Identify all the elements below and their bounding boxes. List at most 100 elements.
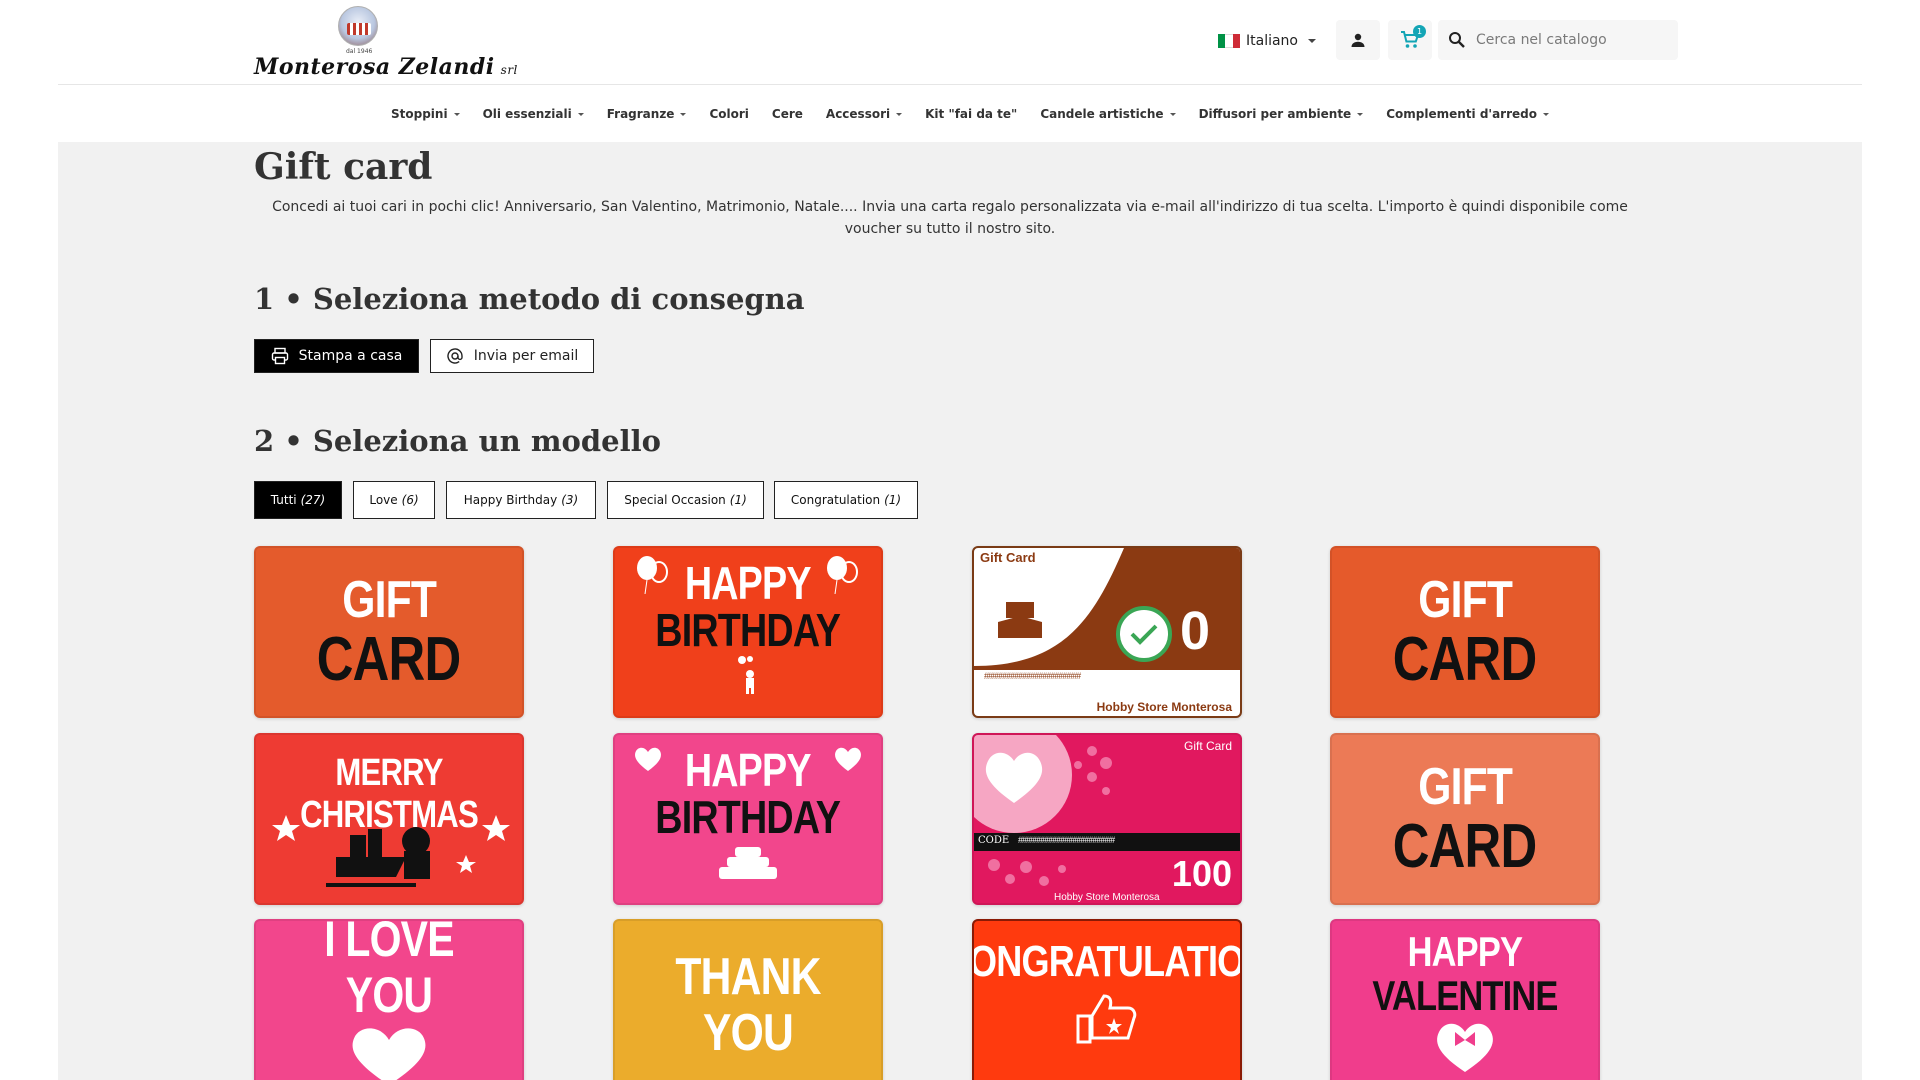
nav-label: Candele artistiche <box>1040 107 1164 121</box>
card-label: Gift Card <box>980 550 1036 565</box>
thumbs-up-icon <box>1076 994 1137 1044</box>
card-line1: CONGRATULATION <box>972 937 1242 986</box>
nav-item-stoppini[interactable]: Stoppini <box>391 107 460 121</box>
gift-card-template[interactable]: HAPPY VALENTINE <box>1330 919 1600 1080</box>
gift-card-template[interactable]: I LOVE YOU <box>254 919 524 1080</box>
nav-label: Diffusori per ambiente <box>1198 107 1352 121</box>
chevron-down-icon <box>453 112 460 116</box>
filter-love[interactable]: Love (6) <box>353 481 435 519</box>
gift-card-template[interactable]: HAPPY BIRTHDAY <box>613 546 883 718</box>
filter-tutti[interactable]: Tutti (27) <box>254 481 342 519</box>
nav-label: Oli essenziali <box>482 107 572 121</box>
main-content: Gift card Concedi ai tuoi cari in pochi … <box>58 142 1862 1080</box>
site-logo[interactable]: dal 1946 Monterosa Zelandi srl <box>254 4 517 82</box>
chevron-down-icon <box>1308 39 1316 43</box>
step2-heading: 2 • Seleziona un modello <box>254 424 661 458</box>
chevron-down-icon <box>1169 112 1176 116</box>
gift-card-template[interactable]: MERRY CHRISTMAS <box>254 733 524 905</box>
child-with-balloons-icon <box>738 656 754 694</box>
filter-label: Special Occasion <box>624 493 726 507</box>
filter-happy-birthday[interactable]: Happy Birthday (3) <box>446 481 596 519</box>
nav-label: Kit "fai da te" <box>925 107 1018 121</box>
filter-count: (3) <box>561 493 579 507</box>
nav-item-oli-essenziali[interactable]: Oli essenziali <box>483 107 584 121</box>
gift-card-template[interactable]: CONGRATULATION <box>972 919 1242 1080</box>
site-header: dal 1946 Monterosa Zelandi srl Italiano 1 <box>58 0 1862 85</box>
filter-count: (27) <box>300 493 326 507</box>
logo-emblem <box>338 6 378 46</box>
heart-icon <box>835 747 861 771</box>
print-at-home-button[interactable]: Stampa a casa <box>254 339 419 373</box>
heart-icon <box>635 747 661 771</box>
send-by-email-label: Invia per email <box>473 348 579 364</box>
card-line1: THANK YOU <box>675 948 821 1062</box>
nav-item-colori[interactable]: Colori <box>709 107 748 121</box>
logo-wordmark: Monterosa Zelandi srl <box>254 54 518 80</box>
user-icon <box>1351 33 1365 47</box>
filter-label: Happy Birthday <box>463 493 558 507</box>
gift-card-template[interactable]: THANK YOU <box>613 919 883 1080</box>
heart-with-bow-icon <box>1437 1023 1493 1072</box>
nav-item-kit-fai-da-te[interactable]: Kit "fai da te" <box>925 107 1017 121</box>
card-line1: GIFT <box>1418 571 1513 629</box>
card-line2: BIRTHDAY <box>655 791 842 843</box>
nav-item-complementi[interactable]: Complementi d'arredo <box>1386 107 1549 121</box>
card-store: Hobby Store Monterosa <box>1096 700 1232 714</box>
card-line1: HAPPY <box>685 557 812 609</box>
filter-count: (1) <box>884 493 902 507</box>
birthday-cake-icon <box>719 847 777 879</box>
gift-card-template[interactable]: GIFT CARD <box>1330 546 1600 718</box>
card-line1: I LOVE YOU <box>324 919 454 1023</box>
account-button[interactable] <box>1336 20 1380 60</box>
nav-item-cere[interactable]: Cere <box>772 107 803 121</box>
nav-item-accessori[interactable]: Accessori <box>825 107 903 121</box>
logo-brand: Monterosa Zelandi <box>254 54 495 80</box>
gift-card-template[interactable]: HAPPY BIRTHDAY <box>613 733 883 905</box>
card-code: ######################## <box>1018 835 1115 845</box>
filter-label: Tutti <box>270 493 297 507</box>
cart-count-badge: 1 <box>1413 25 1426 38</box>
card-amount: 0 <box>1180 601 1211 661</box>
language-selector[interactable]: Italiano <box>1218 30 1316 52</box>
italy-flag-icon <box>1218 34 1240 48</box>
main-nav: Stoppini Oli essenziali Fragranze Colori… <box>58 86 1862 142</box>
nav-item-diffusori[interactable]: Diffusori per ambiente <box>1199 107 1364 121</box>
card-line1: HAPPY <box>685 744 812 796</box>
nav-item-fragranze[interactable]: Fragranze <box>607 107 687 121</box>
filter-label: Congratulation <box>790 493 881 507</box>
chevron-down-icon <box>1542 112 1549 116</box>
page-description: Concedi ai tuoi cari in pochi clic! Anni… <box>272 199 1628 237</box>
card-line2: CARD <box>317 625 461 694</box>
filter-special-occasion[interactable]: Special Occasion (1) <box>607 481 764 519</box>
nav-label: Stoppini <box>391 107 448 121</box>
language-label: Italiano <box>1246 33 1298 49</box>
gift-card-template-selected[interactable]: Gift Card 0 ######################## Hob… <box>972 546 1242 718</box>
printer-icon <box>271 347 288 365</box>
cart-button[interactable]: 1 <box>1388 20 1432 60</box>
card-store: Hobby Store Monterosa <box>1054 892 1160 903</box>
nav-item-candele-artistiche[interactable]: Candele artistiche <box>1040 107 1176 121</box>
page: dal 1946 Monterosa Zelandi srl Italiano 1… <box>0 0 1920 1080</box>
balloon-icon <box>827 556 858 594</box>
gift-card-template[interactable]: GIFT CARD <box>254 546 524 718</box>
nav-label: Fragranze <box>606 107 675 121</box>
card-amount: 100 <box>1171 853 1232 894</box>
nav-label: Cere <box>771 107 803 121</box>
nav-label: Accessori <box>825 107 891 121</box>
search-input[interactable] <box>1476 32 1666 48</box>
gift-card-template[interactable]: GIFT CARD <box>1330 733 1600 905</box>
print-at-home-label: Stampa a casa <box>298 348 403 364</box>
gift-card-template[interactable]: Gift Card CODE ######################## … <box>972 733 1242 905</box>
balloon-icon <box>637 556 668 594</box>
card-code: ######################## <box>984 671 1081 681</box>
chevron-down-icon <box>896 112 903 116</box>
send-by-email-button[interactable]: Invia per email <box>430 339 594 373</box>
filter-congratulation[interactable]: Congratulation (1) <box>774 481 918 519</box>
card-line1: GIFT <box>1418 758 1513 816</box>
card-label: Gift Card <box>1183 739 1232 753</box>
heart-icon <box>352 1028 426 1080</box>
page-title: Gift card <box>254 146 433 188</box>
search-icon[interactable] <box>1448 31 1466 49</box>
santa-sleigh-icon <box>272 815 510 887</box>
card-line2: CARD <box>1393 812 1537 881</box>
